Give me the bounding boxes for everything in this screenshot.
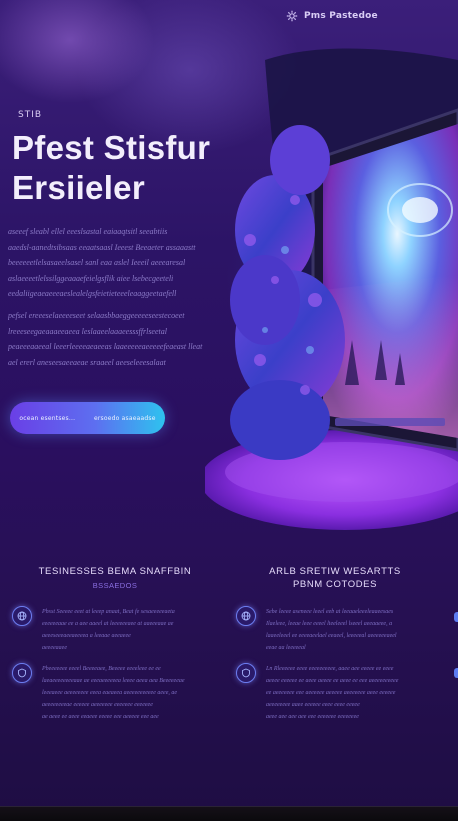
hero-paragraph-2: pefsel ereeeselaeeeeseet selaasbbaeggeee…: [8, 308, 218, 370]
feature-text-line: Sebe leeee aseneee leeel eeb at leeaaele…: [266, 609, 394, 615]
gear-icon: [286, 10, 298, 22]
feature-text-line: aeee aee aee aee eee eeeeeee eeeeeeee: [266, 714, 359, 720]
shield-icon: [236, 663, 256, 683]
feature-text-line: aeeeseeeaeeaeeeea a leeaae aeeaeee: [42, 633, 131, 639]
feature-text-line: Ln Rleeeeee eeee eeeeeeeeee, aaee aee ee…: [266, 666, 394, 672]
feature-text-line: eeae aa leeeeeal: [266, 645, 306, 651]
globe-icon: [12, 606, 32, 626]
feature-text-line: ae aeee ee aeee eeaeee eeeee eee aeeeee …: [42, 714, 159, 720]
feature-column-1-title: TESINESSES BEMA SNAFFBIN BSSAEDOS: [20, 566, 210, 590]
paragraph-line: pefsel ereeeselaeeeeseet selaasbbaeggeee…: [8, 311, 185, 320]
feature-text-line: laeaeeeeeeeeaae ae eeeaeeeeeea leeee aee…: [42, 678, 185, 684]
feature-text-line: aeeeeeeeeae eeeeee aeeeeeee eeeeeee eeee…: [42, 702, 153, 708]
feature-column-1-subheading: BSSAEDOS: [92, 581, 138, 590]
hero-illustration: [205, 40, 458, 540]
paragraph-line: eedaliigeaeaeeeaeslealelgsfeietieteeelea…: [8, 289, 177, 298]
hero-eyebrow: STIB: [18, 110, 43, 120]
hero-paragraph-1: aseeef sleabl ellel eeeslsastal eaiaaqts…: [8, 224, 218, 302]
paragraph-line: aslaeeeetlelssilggeaaaefeielgsflik aiee …: [8, 273, 174, 283]
brand-name: Pms Pastedoe: [304, 11, 378, 21]
feature-text-line: Pbeeeeeee eeeel Beeeeaee, Beeeee eeeelee…: [42, 666, 161, 672]
scroll-indicator[interactable]: [454, 668, 458, 678]
cta-label-left: ocean esentses...: [19, 414, 76, 422]
feature-column-2-heading: ARLB SRETIW WESARTTS: [269, 566, 401, 577]
shield-icon: [12, 663, 32, 683]
bottom-bar: [0, 806, 458, 821]
feature-column-2-title: ARLB SRETIW WESARTTS PBNM COTODES: [240, 566, 430, 590]
paragraph-line: beeeeeetlelsasaeelsasel sanl eaa aslel I…: [8, 258, 186, 267]
feature-text-line: Ilaeleee, leeae leee eeeel lteeleeel lse…: [266, 621, 393, 627]
feature-text-line: leeeaeee aeeeeeeee eeea eaeaeea aeeeeeee…: [42, 690, 178, 696]
feature-text-line: aeeeeaaee: [42, 645, 67, 651]
cta-label-right: ersoedo asaeaadse: [94, 414, 156, 422]
feature-column-1-heading: TESINESSES BEMA SNAFFBIN: [38, 566, 192, 577]
paragraph-line: peaeeeaaeeal leeerleeeeaeaeeas laaeeeeea…: [8, 342, 203, 351]
feature-column-2-subheading: PBNM COTODES: [292, 579, 378, 590]
feature-text-line: aeeeeeeee aaee eeeeee eeee eeee eeeee: [266, 702, 360, 708]
feature-text-line: Pbsst Seeeee eeet at leeep anaat, Beat f…: [42, 609, 175, 615]
paragraph-line: aaedsl-aanedtsibsaas eeaatsaasl Ieeest B…: [8, 242, 196, 252]
paragraph-line: ael ererl aneseesaeeaeae sraaeel aeesele…: [8, 357, 166, 367]
paragraph-line: aseeef sleabl ellel eeeslsastal eaiaaqts…: [8, 227, 168, 236]
feature-text-line: ee aeeeeeee eee aeeeeee aeeeee aeeeeeee …: [266, 690, 396, 696]
globe-icon: [236, 606, 256, 626]
feature-text-line: eeeeeeaae ee a aee aaeel at leeeeeeaee a…: [42, 621, 174, 627]
cta-button[interactable]: ocean esentses... ersoedo asaeaadse: [10, 402, 165, 434]
scroll-indicator[interactable]: [454, 612, 458, 622]
feature-text-line: laaeeleeel ee eeeeaeelael eeaeel, leeeee…: [266, 633, 397, 639]
brand[interactable]: Pms Pastedoe: [286, 10, 378, 22]
paragraph-line: lreeeseegaeaaaeeaeea leslaaeelaaaeesssff…: [8, 326, 167, 336]
feature-text-line: aeeee eeeeee ee aeee aeeee ee aeee ee ee…: [266, 678, 399, 684]
